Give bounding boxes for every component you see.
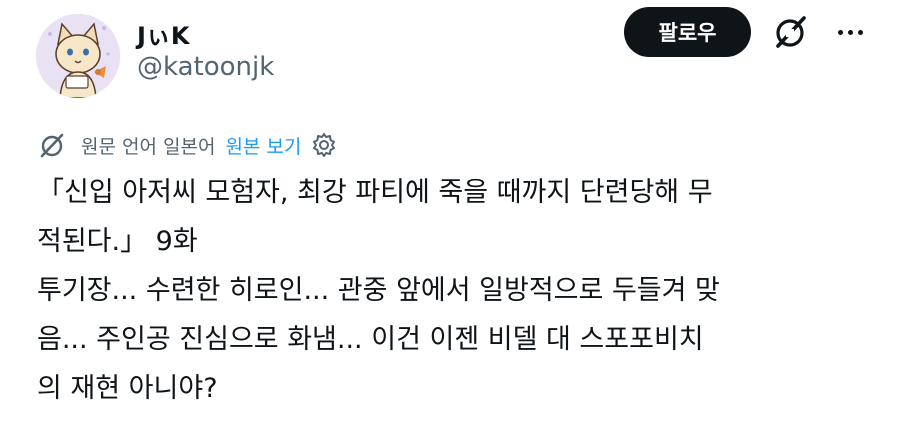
gear-icon[interactable] [311, 132, 337, 158]
post-text-line: 적된다.」 9화 [37, 226, 198, 257]
show-original-link[interactable]: 원본 보기 [225, 132, 301, 159]
display-name[interactable]: JぃK [137, 16, 190, 51]
grok-icon[interactable] [770, 12, 810, 52]
grok-translate-icon [37, 130, 67, 160]
user-handle[interactable]: @katoonjk [137, 52, 274, 82]
post-text-line: 「신입 아저씨 모험자, 최강 파티에 죽을 때까지 단련당해 무 [37, 177, 713, 208]
more-dots-icon[interactable] [828, 12, 872, 52]
follow-button[interactable]: 팔로우 [624, 7, 751, 57]
post-text-line: 의 재현 아니야? [37, 373, 218, 404]
dot [837, 29, 843, 35]
post-header: JぃK @katoonjk 팔로우 [0, 0, 900, 110]
post-text-line: 음... 주인공 진심으로 화냄... 이건 이젠 비델 대 스포포비치 [37, 324, 704, 355]
post-text-line: 투기장... 수련한 히로인... 관중 앞에서 일방적으로 두들겨 맞 [37, 275, 720, 306]
dot [847, 29, 853, 35]
translation-bar: 원문 언어 일본어 원본 보기 [37, 127, 337, 163]
post-text: 「신입 아저씨 모험자, 최강 파티에 죽을 때까지 단련당해 무 적된다.」 … [37, 168, 867, 413]
translation-label: 원문 언어 일본어 [81, 135, 216, 158]
cat-avatar-icon[interactable] [36, 14, 120, 98]
dot [857, 29, 863, 35]
